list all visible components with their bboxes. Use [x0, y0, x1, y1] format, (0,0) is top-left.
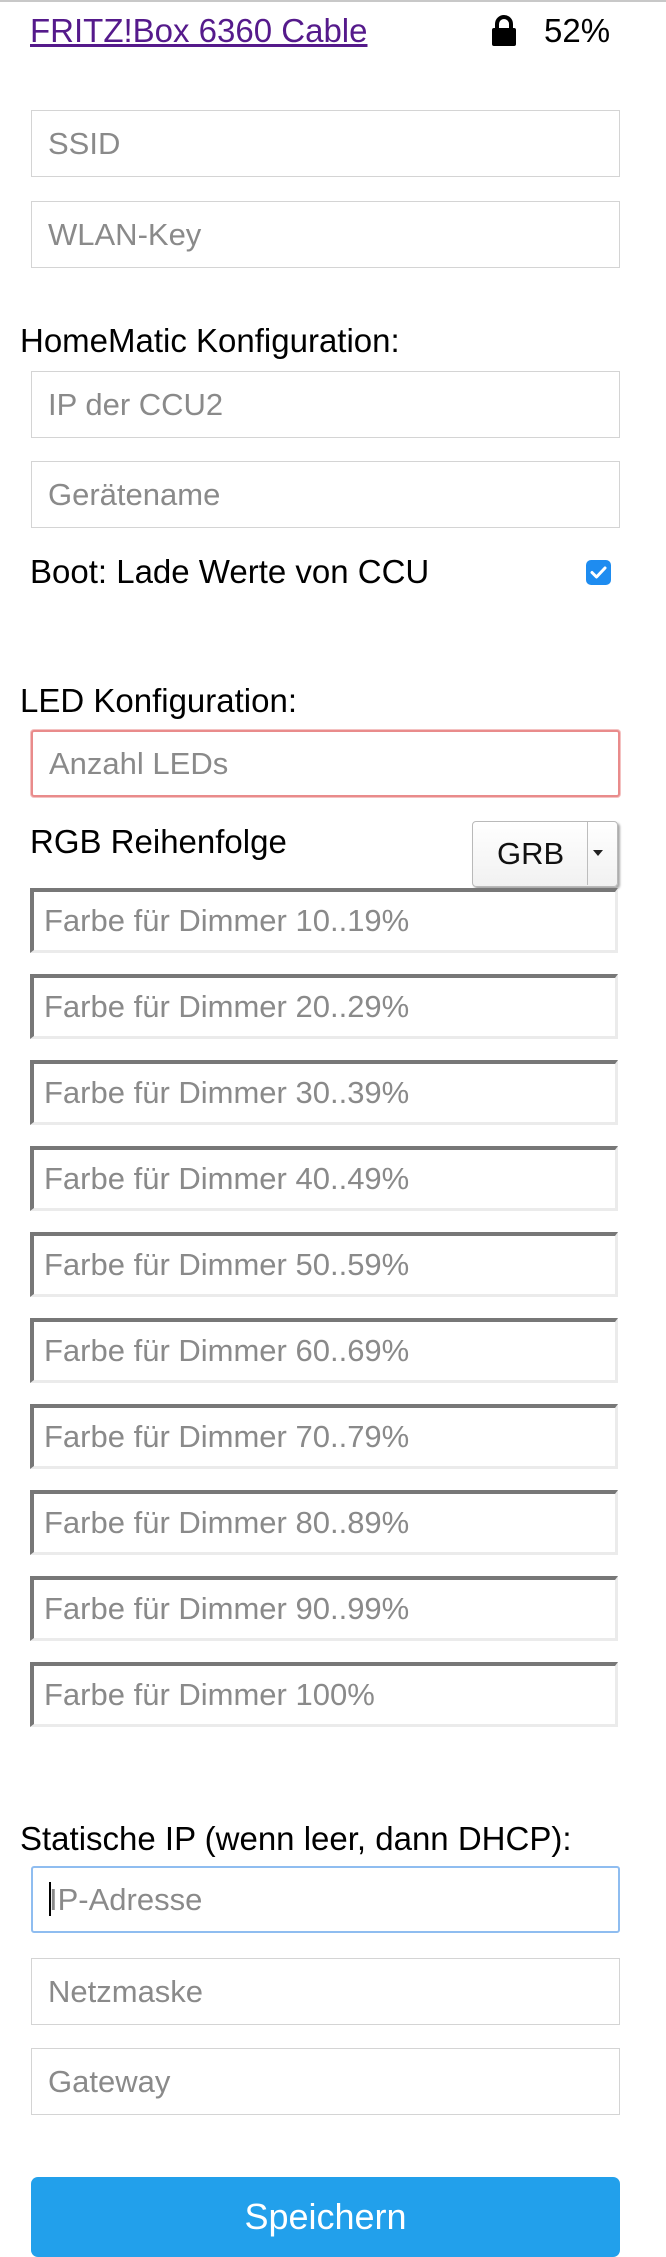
dimmer-color-input-70[interactable]: [30, 1404, 618, 1469]
rgb-order-value: GRB: [497, 836, 565, 871]
ccu-ip-input[interactable]: [31, 371, 620, 438]
static-ip-heading: Statische IP (wenn leer, dann DHCP):: [20, 1820, 572, 1857]
network-name-link[interactable]: FRITZ!Box 6360 Cable: [30, 8, 367, 54]
homematic-heading: HomeMatic Konfiguration:: [20, 322, 400, 359]
dimmer-color-input-40[interactable]: [30, 1146, 618, 1211]
boot-load-label: Boot: Lade Werte von CCU: [30, 553, 430, 590]
checkmark-icon: [590, 566, 607, 579]
boot-load-checkbox[interactable]: [586, 560, 611, 585]
wlan-key-input[interactable]: [31, 201, 620, 268]
top-divider: [0, 0, 666, 2]
dimmer-color-input-10[interactable]: [30, 888, 618, 953]
dimmer-color-input-50[interactable]: [30, 1232, 618, 1297]
text-cursor: [49, 1882, 51, 1916]
led-count-input[interactable]: [31, 730, 620, 797]
device-name-input[interactable]: [31, 461, 620, 528]
led-heading: LED Konfiguration:: [20, 682, 298, 719]
rgb-order-label: RGB Reihenfolge: [30, 823, 287, 860]
rgb-order-select[interactable]: GRB: [472, 821, 618, 887]
dimmer-color-input-20[interactable]: [30, 974, 618, 1039]
ssid-input[interactable]: [31, 110, 620, 177]
gateway-input[interactable]: [31, 2048, 620, 2115]
select-divider: [587, 822, 588, 885]
dropdown-arrow-icon: [593, 850, 603, 856]
dimmer-color-input-80[interactable]: [30, 1490, 618, 1555]
ip-address-input[interactable]: [31, 1866, 620, 1933]
dimmer-color-input-90[interactable]: [30, 1576, 618, 1641]
signal-strength: 52%: [544, 12, 611, 49]
dimmer-color-input-30[interactable]: [30, 1060, 618, 1125]
dimmer-color-input-60[interactable]: [30, 1318, 618, 1383]
save-button[interactable]: Speichern: [31, 2177, 620, 2257]
netmask-input[interactable]: [31, 1958, 620, 2025]
lock-icon: [492, 15, 516, 46]
dimmer-color-input-100[interactable]: [30, 1662, 618, 1727]
